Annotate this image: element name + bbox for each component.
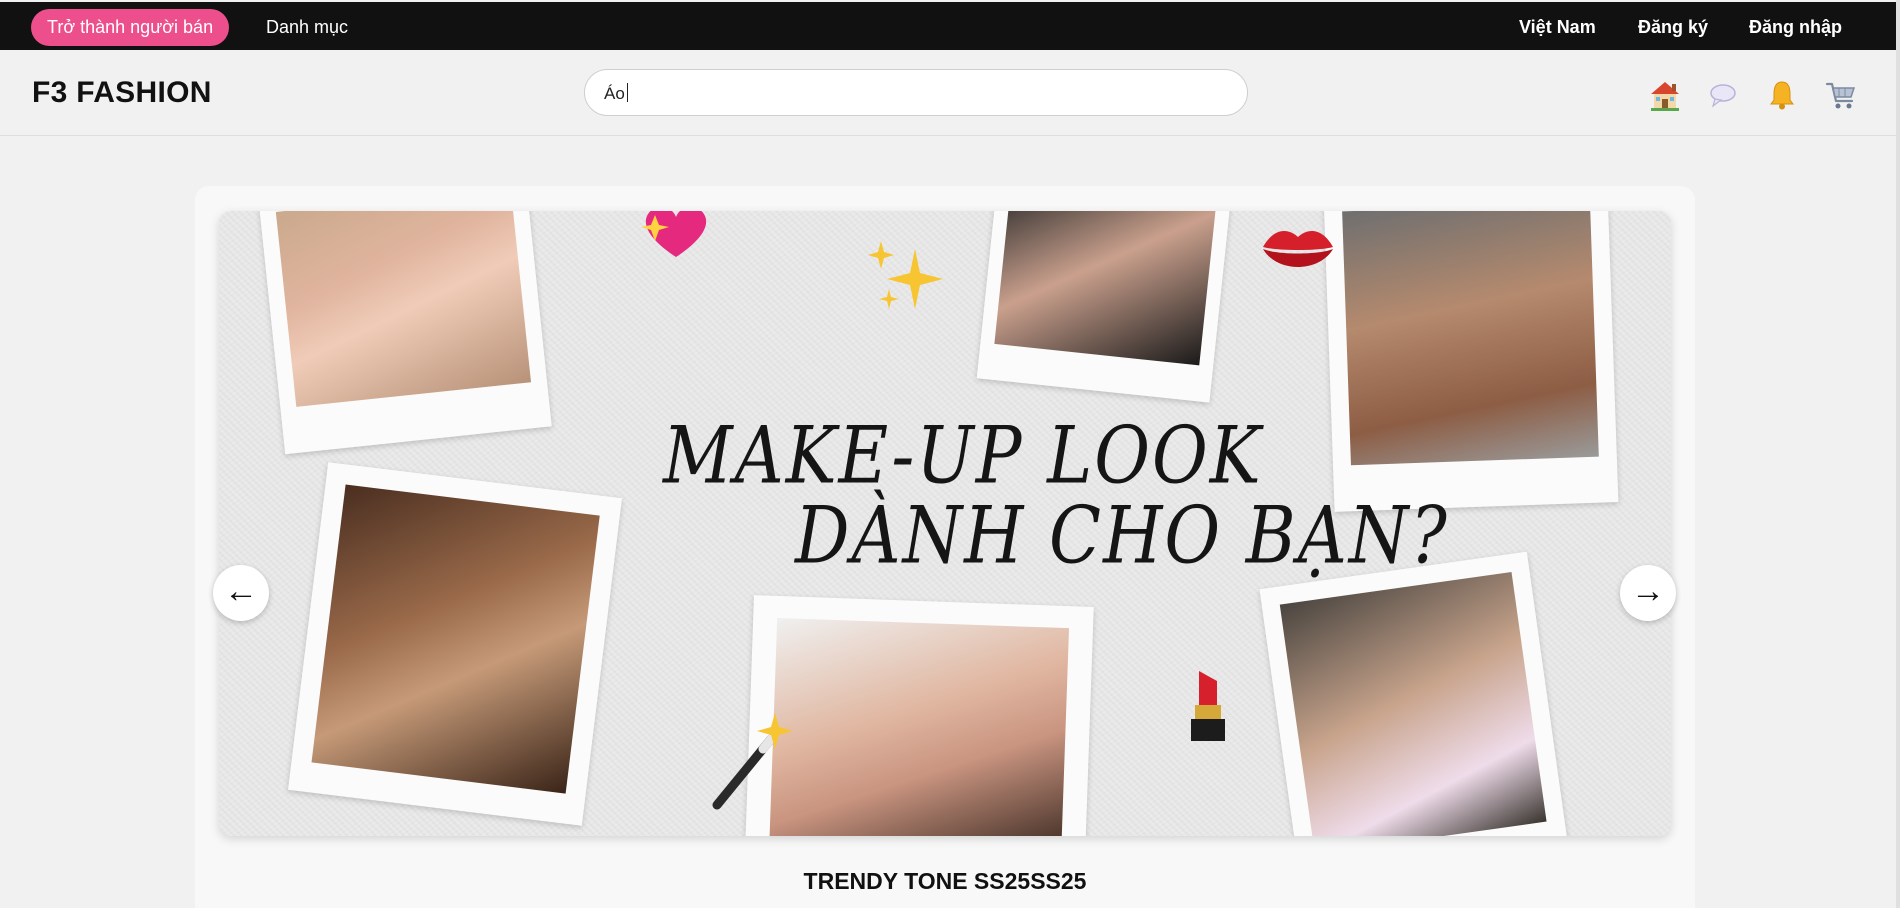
search-input-value: Áo <box>604 83 628 104</box>
model-photo-3 <box>1342 211 1599 466</box>
sparkles-icon <box>868 241 943 309</box>
polaroid-photo-6 <box>1259 551 1569 836</box>
top-bar: Trở thành người bán Danh mục Việt Nam Đă… <box>0 0 1896 50</box>
country-selector[interactable]: Việt Nam <box>1519 17 1596 38</box>
model-photo-4 <box>311 484 600 794</box>
chat-icon[interactable] <box>1706 78 1740 112</box>
section-title: TRENDY TONE SS25SS25 <box>803 868 1087 894</box>
categories-link[interactable]: Danh mục <box>266 17 348 38</box>
lips-sticker-icon <box>1263 231 1333 267</box>
become-seller-button[interactable]: Trở thành người bán <box>31 9 230 46</box>
carousel-next-button[interactable]: → <box>1620 565 1676 621</box>
home-icon[interactable] <box>1648 78 1682 112</box>
site-logo[interactable]: F3 FASHION <box>32 76 212 110</box>
promo-banner[interactable]: MAKE-UP LOOK DÀNH CHO BẠN? <box>219 211 1671 836</box>
polaroid-photo-4 <box>287 462 623 826</box>
magic-wand-sticker-icon <box>712 713 793 810</box>
login-link[interactable]: Đăng nhập <box>1749 17 1842 38</box>
main-header: F3 FASHION Áo <box>0 50 1896 136</box>
model-photo-1 <box>275 211 532 407</box>
polaroid-photo-1 <box>258 211 552 455</box>
polaroid-photo-2 <box>976 211 1232 403</box>
banner-headline-line1: MAKE-UP LOOK <box>663 411 1263 502</box>
register-link[interactable]: Đăng ký <box>1638 17 1708 38</box>
model-photo-2 <box>994 211 1216 366</box>
banner-headline-line2: DÀNH CHO BẠN? <box>795 491 1449 582</box>
model-photo-5 <box>768 617 1070 836</box>
search-input[interactable]: Áo <box>584 69 1248 116</box>
cart-icon[interactable] <box>1824 78 1858 112</box>
carousel-prev-button[interactable]: ← <box>213 565 269 621</box>
heart-sticker-icon <box>641 211 707 257</box>
lipstick-sticker-icon <box>1191 671 1225 741</box>
polaroid-photo-3 <box>1323 211 1619 512</box>
page-scrollbar[interactable] <box>1896 0 1900 908</box>
bell-icon[interactable] <box>1765 78 1799 112</box>
model-photo-6 <box>1279 572 1547 836</box>
